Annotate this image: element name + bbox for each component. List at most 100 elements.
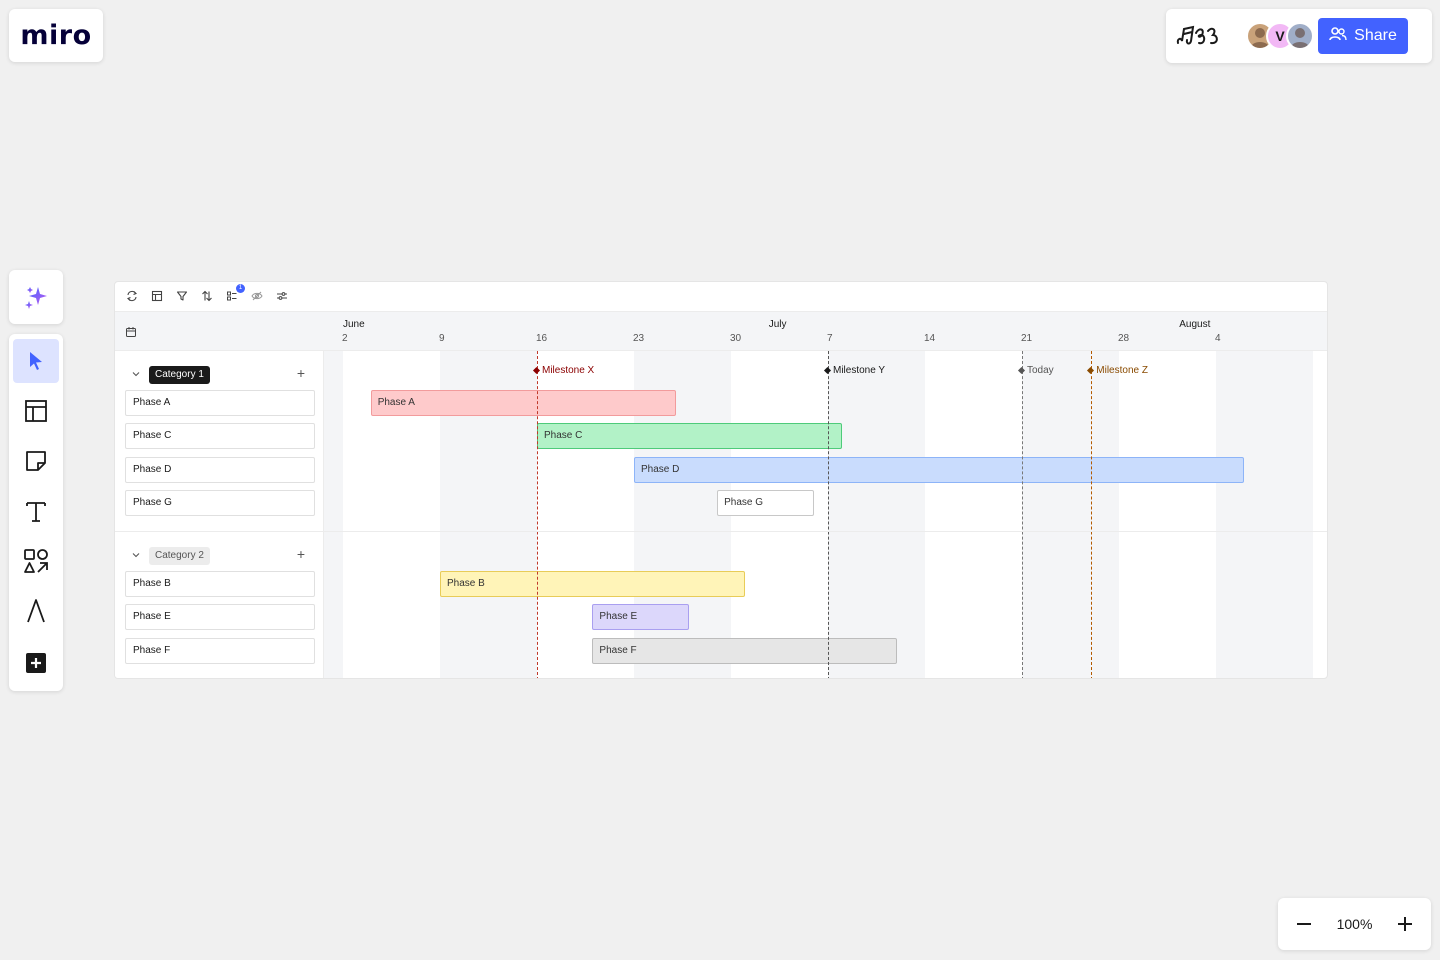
avatar-initial: V <box>1275 28 1285 44</box>
phase-bar[interactable]: Phase F <box>592 637 898 664</box>
phase-row-label[interactable]: Phase E <box>125 604 315 631</box>
phase-bar[interactable]: Phase E <box>592 604 690 631</box>
month-label: August <box>1179 319 1211 330</box>
milestone-label: Milestone Y <box>832 365 886 376</box>
phase-row-label[interactable]: Phase B <box>125 571 315 597</box>
milestone-label: Today <box>1026 365 1054 376</box>
diamond-icon <box>532 366 541 375</box>
diamond-icon <box>823 366 832 375</box>
pen-icon <box>27 599 45 623</box>
diamond-icon <box>1087 366 1095 375</box>
day-label: 30 <box>729 333 742 344</box>
group-count-badge: 1 <box>236 284 245 293</box>
templates-tool[interactable] <box>13 389 59 433</box>
settings-sliders-icon[interactable] <box>275 289 289 303</box>
milestone-label: Milestone X <box>541 365 595 376</box>
phase-bar[interactable]: Phase C <box>536 423 842 450</box>
phase-row-label[interactable]: Phase G <box>125 489 315 516</box>
add-phase-button[interactable]: + <box>295 366 307 380</box>
minus-icon <box>1297 923 1311 925</box>
left-toolbar <box>9 334 63 691</box>
text-icon <box>26 502 46 522</box>
milestone-marker[interactable]: Milestone Y <box>823 365 886 376</box>
avatar[interactable] <box>1286 22 1314 50</box>
chevron-down-icon[interactable] <box>131 366 141 377</box>
zoom-in-button[interactable] <box>1393 912 1417 936</box>
timeline-toolbar: 1 <box>115 282 1327 310</box>
timeline-header: June July August 2 9 16 23 30 7 14 21 28 4 <box>115 311 1327 351</box>
shapes-icon <box>24 549 48 573</box>
phase-row-label[interactable]: Phase A <box>125 390 315 416</box>
sticky-note-icon <box>26 451 46 471</box>
top-right-panel: V Share <box>1166 9 1432 63</box>
select-tool[interactable] <box>13 339 59 383</box>
chevron-down-icon[interactable] <box>131 547 141 558</box>
sticky-note-tool[interactable] <box>13 439 59 483</box>
timeline-grid[interactable]: Phase A Phase C Phase D Phase G Phase B Phase… <box>324 351 1327 678</box>
sort-icon[interactable] <box>200 289 214 303</box>
plus-icon <box>1398 917 1412 931</box>
collaborator-avatars[interactable]: V <box>1246 22 1314 50</box>
calendar-icon[interactable] <box>125 325 137 343</box>
refresh-icon[interactable] <box>125 289 139 303</box>
milestone-marker[interactable]: Today <box>1017 365 1054 376</box>
phase-row-label[interactable]: Phase D <box>125 456 315 483</box>
users-icon <box>1329 26 1347 46</box>
day-label: 4 <box>1214 333 1221 344</box>
ai-assist-button[interactable] <box>9 270 63 324</box>
category-row[interactable]: Category 1 + <box>115 356 324 386</box>
timeline-widget[interactable]: 1 June July August 2 9 16 23 30 7 14 21 28 4 Categor… <box>114 281 1328 679</box>
category-label[interactable]: Category 1 <box>149 366 210 384</box>
month-label: July <box>768 319 787 330</box>
share-button[interactable]: Share <box>1318 18 1408 54</box>
week-column-shade <box>827 351 925 678</box>
milestone-line <box>1021 351 1023 678</box>
day-label: 28 <box>1117 333 1130 344</box>
phase-bar[interactable]: Phase B <box>439 571 745 597</box>
grid-gutter <box>324 351 341 678</box>
timeline-left-panel: Category 1 + Phase A Phase C Phase D Phase G C… <box>115 351 324 678</box>
hide-icon[interactable] <box>250 289 264 303</box>
text-tool[interactable] <box>13 489 59 533</box>
diamond-icon <box>1017 366 1026 375</box>
zoom-out-button[interactable] <box>1292 912 1316 936</box>
milestone-marker[interactable]: Milestone Z <box>1087 365 1148 376</box>
category-divider <box>115 531 1327 532</box>
sparkle-icon <box>25 287 47 309</box>
board-signature-icon[interactable] <box>1166 9 1236 63</box>
phase-bar[interactable]: Phase G <box>717 489 815 516</box>
phase-bar[interactable]: Phase D <box>633 456 1244 483</box>
add-phase-button[interactable]: + <box>295 547 307 561</box>
logo-card[interactable]: miro <box>9 9 103 62</box>
plus-square-icon <box>26 653 46 673</box>
phase-row-label[interactable]: Phase C <box>125 423 315 450</box>
week-column-shade <box>1021 351 1119 678</box>
day-label: 9 <box>438 333 445 344</box>
day-label: 23 <box>632 333 645 344</box>
category-row[interactable]: Category 2 + <box>115 537 324 567</box>
category-label[interactable]: Category 2 <box>149 547 210 565</box>
month-label: June <box>343 319 365 330</box>
week-column-shade <box>1215 351 1313 678</box>
day-label: 16 <box>535 333 548 344</box>
zoom-level[interactable]: 100% <box>1337 916 1373 932</box>
table-view-icon[interactable] <box>150 289 164 303</box>
day-label: 14 <box>923 333 936 344</box>
milestone-marker[interactable]: Milestone X <box>532 365 595 376</box>
milestone-line <box>1091 351 1093 678</box>
zoom-controls: 100% <box>1278 898 1431 950</box>
pen-tool[interactable] <box>13 589 59 633</box>
day-label: 2 <box>342 333 348 344</box>
shapes-tool[interactable] <box>13 539 59 583</box>
phase-row-label[interactable]: Phase F <box>125 637 315 664</box>
day-label: 21 <box>1020 333 1033 344</box>
more-tools-button[interactable] <box>13 641 59 685</box>
milestone-line <box>827 351 829 678</box>
layout-icon <box>25 400 47 422</box>
filter-icon[interactable] <box>175 289 189 303</box>
milestone-label: Milestone Z <box>1096 365 1148 376</box>
phase-bar[interactable]: Phase A <box>370 390 676 416</box>
milestone-line <box>536 351 538 678</box>
day-label: 7 <box>826 333 833 344</box>
cursor-icon <box>30 352 42 370</box>
